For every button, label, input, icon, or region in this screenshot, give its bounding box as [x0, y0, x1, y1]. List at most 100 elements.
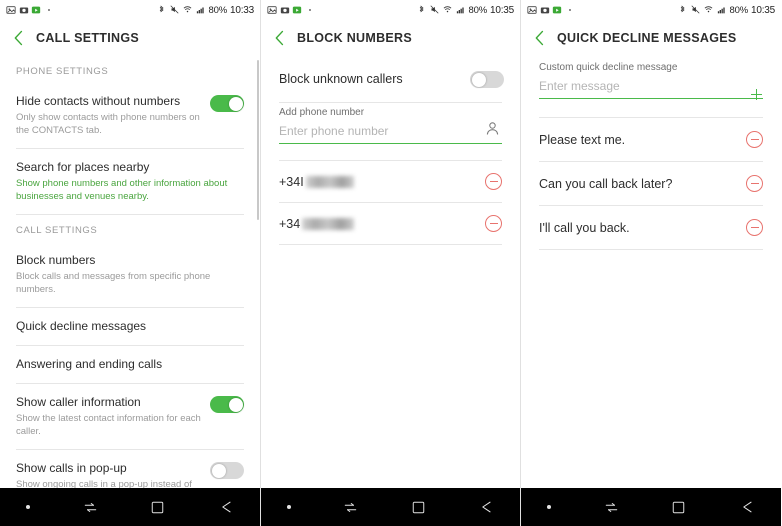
- row-title: Block numbers: [16, 253, 96, 267]
- phone-number-input[interactable]: [279, 120, 484, 140]
- mute-icon: [691, 5, 701, 15]
- status-bar-notification-icons: [6, 5, 54, 15]
- bluetooth-icon: [157, 5, 167, 15]
- add-phone-number-field[interactable]: [279, 120, 502, 144]
- call-settings-list: PHONE SETTINGS Hide contacts without num…: [0, 56, 260, 488]
- clock-right: 10:35: [750, 4, 775, 16]
- quick-decline-message-row[interactable]: Can you call back later?: [521, 162, 781, 205]
- clock-left: 10:33: [229, 4, 254, 16]
- row-quick-decline-messages[interactable]: Quick decline messages: [0, 308, 260, 345]
- status-bar: 80% 10:33: [0, 0, 260, 20]
- gallery-icon: [267, 5, 277, 15]
- minus-circle-icon[interactable]: [746, 175, 763, 192]
- camera-icon: [19, 5, 29, 15]
- row-show-caller-information[interactable]: Show caller information Show the latest …: [0, 384, 260, 449]
- blocked-number-text: +34I: [279, 175, 354, 189]
- custom-message-field[interactable]: [539, 75, 763, 99]
- minus-circle-icon[interactable]: [485, 215, 502, 232]
- page-title: BLOCK NUMBERS: [297, 31, 413, 45]
- home-icon[interactable]: [411, 500, 426, 515]
- toggle-block-unknown-callers[interactable]: [470, 71, 504, 88]
- dot-indicator: [26, 505, 31, 509]
- back-icon[interactable]: [218, 499, 234, 515]
- status-bar-system-icons: 80% 10:33: [157, 5, 254, 16]
- camera-icon: [540, 5, 550, 15]
- play-icon: [552, 5, 562, 15]
- wifi-icon: [704, 5, 714, 15]
- navigation-bar: [261, 488, 520, 526]
- back-icon[interactable]: [478, 499, 494, 515]
- back-arrow-icon[interactable]: [529, 27, 551, 49]
- message-text: Can you call back later?: [539, 176, 673, 191]
- quick-decline-message-row[interactable]: I'll call you back.: [521, 206, 781, 249]
- screen-call-settings: 80% 10:33 CALL SETTINGS PHONE SETTINGS H…: [0, 0, 260, 526]
- toggle-show-calls-in-popup[interactable]: [210, 462, 244, 479]
- gallery-icon: [6, 5, 16, 15]
- recents-icon[interactable]: [604, 500, 619, 515]
- app-bar-call-settings: CALL SETTINGS: [0, 20, 260, 56]
- row-title: Block unknown callers: [279, 72, 403, 86]
- status-bar: 80% 10:35: [261, 0, 520, 20]
- row-title: Show caller information: [16, 395, 141, 409]
- back-icon[interactable]: [739, 499, 755, 515]
- blocked-number-text: +34: [279, 217, 355, 231]
- row-subtitle: Show ongoing calls in a pop-up instead o…: [16, 479, 192, 488]
- blocked-number-row[interactable]: +34: [261, 203, 520, 244]
- minus-circle-icon[interactable]: [485, 173, 502, 190]
- screen-block-numbers: 80% 10:35 BLOCK NUMBERS Block unknown ca…: [260, 0, 521, 526]
- divider: [539, 249, 763, 250]
- status-bar-notification-icons: [267, 5, 315, 15]
- row-subtitle: Only show contacts with phone numbers on…: [16, 112, 200, 136]
- redacted-digits: [305, 175, 354, 188]
- custom-message-label: Custom quick decline message: [539, 62, 678, 73]
- battery-percentage: 80%: [208, 4, 228, 16]
- play-icon: [31, 5, 41, 15]
- section-header-phone-settings: PHONE SETTINGS: [16, 66, 109, 77]
- toggle-hide-contacts[interactable]: [210, 95, 244, 112]
- page-title: CALL SETTINGS: [36, 31, 139, 45]
- home-icon[interactable]: [671, 500, 686, 515]
- plus-icon[interactable]: [748, 86, 765, 103]
- recents-icon[interactable]: [83, 500, 98, 515]
- custom-message-input[interactable]: [539, 75, 763, 95]
- minus-circle-icon[interactable]: [746, 131, 763, 148]
- play-icon: [292, 5, 302, 15]
- bluetooth-icon: [417, 5, 427, 15]
- dot-icon: [565, 5, 575, 15]
- row-subtitle: Show phone numbers and other information…: [16, 178, 228, 202]
- status-bar-system-icons: 80% 10:35: [678, 5, 775, 16]
- navigation-bar: [521, 488, 781, 526]
- app-bar-quick-decline-messages: QUICK DECLINE MESSAGES: [521, 20, 781, 56]
- row-block-numbers[interactable]: Block numbers Block calls and messages f…: [0, 242, 260, 307]
- battery-percentage: 80%: [468, 4, 488, 16]
- toggle-show-caller-information[interactable]: [210, 396, 244, 413]
- dot-icon: [44, 5, 54, 15]
- quick-decline-content: Custom quick decline message Please text…: [521, 56, 781, 488]
- battery-percentage: 80%: [729, 4, 749, 16]
- row-subtitle: Show the latest contact information for …: [16, 413, 201, 437]
- recents-icon[interactable]: [343, 500, 358, 515]
- bluetooth-icon: [678, 5, 688, 15]
- app-bar-block-numbers: BLOCK NUMBERS: [261, 20, 520, 56]
- row-search-for-places-nearby[interactable]: Search for places nearby Show phone numb…: [0, 149, 260, 214]
- row-show-calls-in-pop-up[interactable]: Show calls in pop-up Show ongoing calls …: [0, 450, 260, 488]
- contact-person-icon[interactable]: [484, 120, 502, 138]
- row-answering-and-ending-calls[interactable]: Answering and ending calls: [0, 346, 260, 383]
- quick-decline-message-row[interactable]: Please text me.: [521, 118, 781, 161]
- back-arrow-icon[interactable]: [269, 27, 291, 49]
- screen-quick-decline-messages: 80% 10:35 QUICK DECLINE MESSAGES Custom …: [521, 0, 781, 526]
- row-title: Hide contacts without numbers: [16, 94, 181, 108]
- blocked-number-row[interactable]: +34I: [261, 161, 520, 202]
- scrollbar[interactable]: [257, 60, 259, 220]
- status-bar: 80% 10:35: [521, 0, 781, 20]
- back-arrow-icon[interactable]: [8, 27, 30, 49]
- row-hide-contacts-without-numbers[interactable]: Hide contacts without numbers Only show …: [0, 83, 260, 148]
- row-block-unknown-callers[interactable]: Block unknown callers: [261, 56, 520, 102]
- divider: [279, 244, 502, 245]
- message-text: I'll call you back.: [539, 220, 630, 235]
- home-icon[interactable]: [150, 500, 165, 515]
- block-numbers-content: Block unknown callers Add phone number +…: [261, 56, 520, 488]
- status-bar-system-icons: 80% 10:35: [417, 5, 514, 16]
- signal-icon: [196, 5, 206, 15]
- minus-circle-icon[interactable]: [746, 219, 763, 236]
